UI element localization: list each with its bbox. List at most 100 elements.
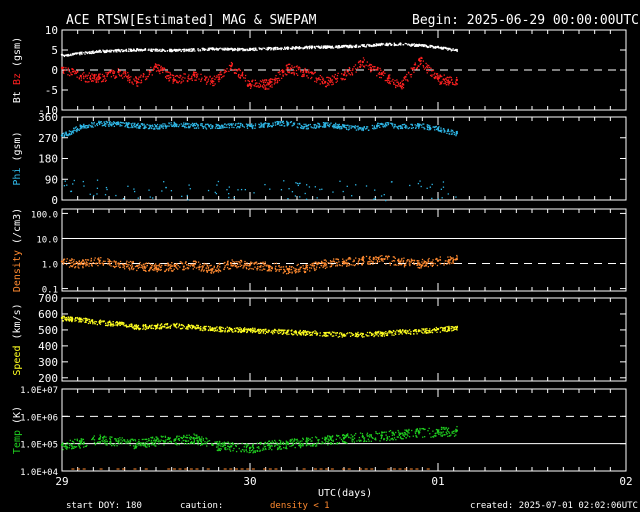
- data-sample: [418, 260, 420, 262]
- data-sample: [380, 123, 382, 125]
- data-sample: [420, 267, 422, 269]
- data-sample: [249, 87, 252, 89]
- data-sample: [79, 262, 82, 264]
- data-sample: [308, 47, 311, 49]
- data-sample: [209, 125, 211, 127]
- data-sample: [103, 76, 106, 78]
- data-sample: [93, 259, 95, 261]
- data-sample: [306, 47, 308, 50]
- data-sample: [235, 265, 238, 267]
- data-sample: [169, 72, 171, 74]
- data-sample: [188, 326, 190, 328]
- data-sample: [304, 192, 306, 195]
- data-sample: [176, 327, 178, 329]
- data-sample: [420, 124, 423, 126]
- y-tick-label-density: 100.0: [31, 210, 58, 220]
- data-sample: [341, 73, 343, 75]
- data-sample: [434, 330, 436, 332]
- data-sample: [69, 133, 71, 136]
- data-sample: [89, 51, 91, 53]
- data-sample: [371, 124, 374, 127]
- data-sample: [251, 125, 253, 127]
- data-sample: [325, 263, 327, 265]
- data-sample: [74, 267, 76, 269]
- data-sample: [178, 80, 181, 82]
- data-sample: [126, 263, 128, 266]
- data-sample: [86, 264, 88, 266]
- data-sample: [333, 75, 335, 78]
- data-sample: [170, 124, 172, 126]
- data-sample: [283, 180, 285, 182]
- data-sample: [237, 263, 239, 265]
- data-sample: [247, 328, 250, 330]
- data-sample: [446, 326, 448, 328]
- data-sample: [310, 331, 312, 334]
- data-sample: [441, 197, 443, 199]
- data-sample: [337, 336, 339, 338]
- data-sample: [264, 330, 266, 332]
- data-sample: [268, 79, 270, 81]
- data-sample: [198, 268, 200, 271]
- data-sample: [68, 70, 71, 73]
- data-sample: [421, 261, 423, 263]
- data-sample: [156, 264, 158, 267]
- data-sample: [355, 184, 357, 186]
- data-sample: [243, 49, 245, 52]
- data-sample: [135, 78, 138, 80]
- data-sample: [272, 329, 274, 332]
- data-sample: [425, 62, 427, 65]
- data-sample: [422, 329, 424, 331]
- data-sample: [191, 77, 193, 79]
- data-sample: [322, 122, 325, 124]
- data-sample: [386, 44, 388, 47]
- data-sample: [222, 327, 225, 329]
- data-sample: [147, 127, 150, 130]
- data-sample: [251, 84, 253, 86]
- data-sample: [184, 262, 187, 264]
- data-sample: [385, 263, 387, 265]
- data-sample: [390, 181, 393, 183]
- data-sample: [240, 261, 243, 263]
- data-sample: [104, 80, 107, 83]
- data-sample: [210, 329, 212, 332]
- data-sample: [148, 269, 151, 272]
- data-sample: [293, 333, 295, 336]
- data-sample: [76, 130, 78, 133]
- data-sample: [107, 322, 109, 324]
- data-sample: [312, 73, 314, 75]
- data-sample: [382, 126, 385, 128]
- data-sample: [110, 51, 112, 53]
- data-sample: [279, 268, 281, 271]
- data-sample: [401, 88, 403, 90]
- data-sample: [392, 81, 395, 84]
- data-sample: [278, 329, 280, 331]
- data-sample: [436, 46, 438, 48]
- data-sample: [362, 262, 364, 264]
- data-sample: [338, 261, 340, 263]
- data-sample: [125, 73, 127, 75]
- data-sample: [365, 44, 368, 46]
- data-sample: [442, 327, 444, 329]
- data-sample: [192, 125, 195, 127]
- data-sample: [226, 261, 229, 263]
- data-sample: [416, 43, 418, 46]
- data-sample: [443, 262, 445, 265]
- data-sample: [247, 85, 249, 87]
- data-sample: [118, 73, 120, 75]
- data-sample: [210, 272, 213, 274]
- data-sample: [420, 330, 422, 332]
- data-sample: [95, 81, 97, 83]
- data-sample: [258, 126, 260, 128]
- data-sample: [342, 190, 344, 193]
- data-sample: [200, 124, 202, 126]
- data-sample: [314, 80, 316, 83]
- data-sample: [372, 127, 374, 130]
- data-sample: [332, 83, 334, 85]
- data-sample: [282, 272, 284, 274]
- data-sample: [125, 49, 127, 51]
- data-sample: [257, 265, 259, 268]
- data-sample: [247, 83, 249, 85]
- data-sample: [261, 48, 263, 50]
- data-sample: [436, 75, 438, 78]
- data-sample: [94, 125, 96, 127]
